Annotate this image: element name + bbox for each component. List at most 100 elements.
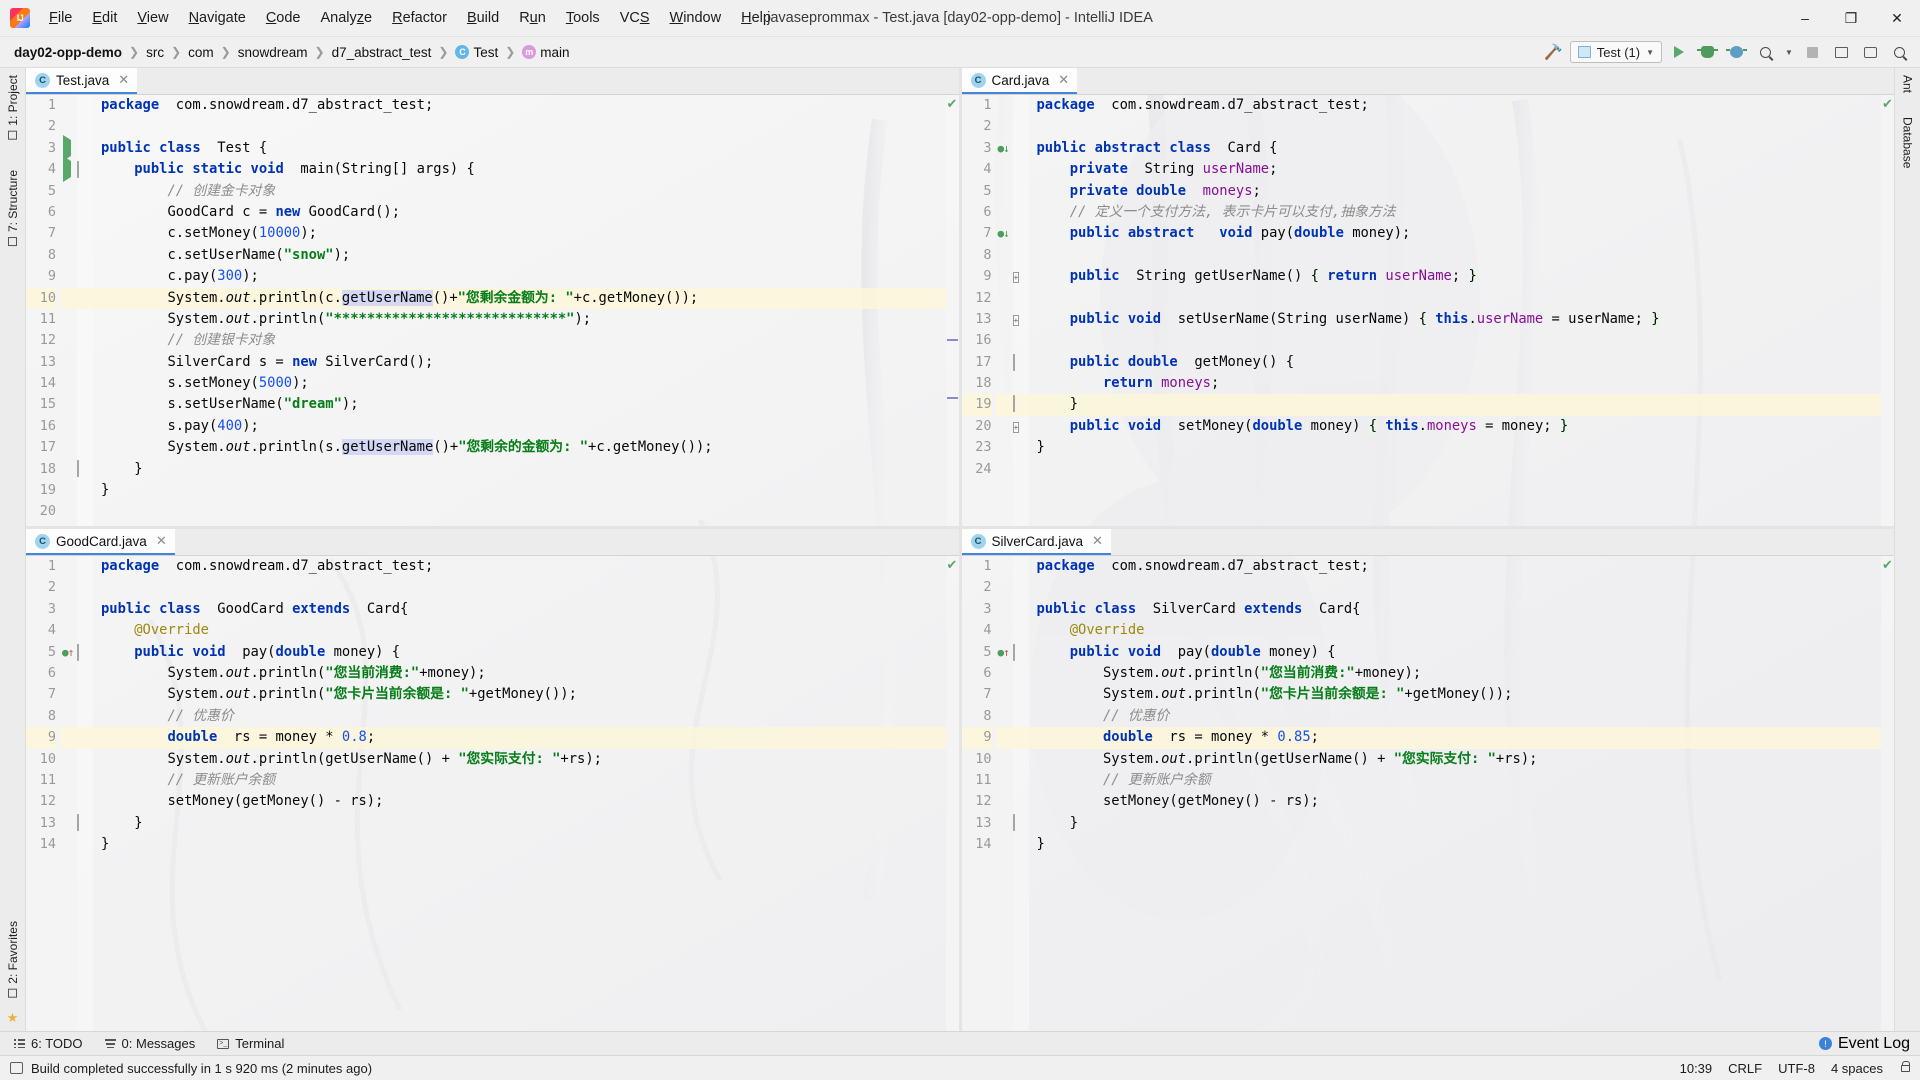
implemented-gutter-icon[interactable]: ●↓ [996, 223, 1013, 244]
tab-card-java[interactable]: C Card.java ✕ [961, 68, 1078, 94]
status-encoding[interactable]: UTF-8 [1778, 1061, 1815, 1076]
implemented-gutter-icon[interactable]: ●↓ [996, 138, 1013, 159]
breadcrumb-item-project[interactable]: day02-opp-demo [11, 44, 125, 61]
gutter-markers[interactable] [60, 95, 77, 526]
fold-end-icon[interactable] [1012, 813, 1029, 834]
breadcrumb-item-src[interactable]: src [143, 44, 167, 61]
run-configuration-selector[interactable]: Test (1) ▼ [1569, 41, 1662, 63]
fold-cell [1013, 577, 1029, 598]
stop-button[interactable] [1800, 40, 1825, 64]
menu-view[interactable]: View [127, 6, 178, 30]
sidebar-item-structure[interactable]: 7: Structure [2, 163, 24, 253]
tab-silvercard-java[interactable]: C SilverCard.java ✕ [961, 529, 1111, 555]
close-icon[interactable]: ✕ [1058, 72, 1069, 88]
star-icon[interactable]: ★ [7, 1005, 19, 1031]
gutter-cell [60, 202, 77, 223]
settings-button[interactable] [1858, 40, 1883, 64]
code-content-card[interactable]: package com.snowdream.d7_abstract_test; p… [1028, 95, 1882, 526]
maximize-button[interactable]: ❐ [1828, 0, 1874, 37]
breadcrumb-item-com[interactable]: com [185, 44, 217, 61]
sidebar-item-ant[interactable]: Ant [1897, 68, 1919, 100]
fold-expand-icon[interactable]: + [1012, 416, 1029, 437]
fold-markers[interactable] [77, 95, 93, 526]
menu-vcs[interactable]: VCS [610, 6, 660, 30]
error-stripe-goodcard[interactable]: ✔ [945, 556, 959, 1031]
fold-expand-icon[interactable]: + [1012, 309, 1029, 330]
menu-navigate[interactable]: Navigate [179, 6, 256, 30]
breadcrumb-item-package[interactable]: d7_abstract_test [329, 44, 435, 61]
breadcrumb-item-class[interactable]: C Test [452, 44, 501, 61]
fold-collapse-icon[interactable] [1012, 352, 1029, 373]
code-content-goodcard[interactable]: package com.snowdream.d7_abstract_test; p… [93, 556, 946, 1031]
close-button[interactable]: ✕ [1874, 0, 1920, 37]
menu-refactor[interactable]: Refactor [382, 6, 457, 30]
overriding-gutter-icon[interactable]: ●↑ [60, 642, 77, 663]
toolwindow-terminal[interactable]: >_ Terminal [217, 1036, 284, 1051]
fold-collapse-icon[interactable] [1012, 642, 1029, 663]
menu-help[interactable]: Help [731, 6, 781, 30]
fold-collapse-icon[interactable] [77, 159, 93, 180]
close-icon[interactable]: ✕ [118, 72, 129, 88]
fold-cell [77, 599, 93, 620]
gutter[interactable]: 1 2 3 4 5 6 7 8 9 10 11 12 13 14 15 16 17 18 19 20 [26, 95, 93, 526]
menu-analyze[interactable]: Analyze [311, 6, 383, 30]
search-everywhere-button[interactable] [1887, 40, 1912, 64]
menu-run[interactable]: Run [509, 6, 556, 30]
close-icon[interactable]: ✕ [1092, 533, 1103, 549]
menu-edit[interactable]: Edit [82, 6, 127, 30]
menu-build[interactable]: Build [457, 6, 509, 30]
fold-collapse-icon[interactable] [77, 642, 93, 663]
sidebar-item-database[interactable]: Database [1897, 110, 1919, 175]
error-stripe-card[interactable]: ✔ [1881, 95, 1894, 526]
gutter-markers[interactable]: ●↓ ●↓ [995, 95, 1013, 526]
fold-markers[interactable]: + + + [1012, 95, 1029, 526]
menu-window[interactable]: Window [660, 6, 732, 30]
gutter-markers[interactable]: ●↑ [60, 556, 77, 1031]
debug-button[interactable] [1695, 40, 1720, 64]
fold-markers[interactable] [77, 556, 93, 1031]
code-line: private double moneys; [1037, 181, 1882, 202]
menu-file[interactable]: File [39, 6, 82, 30]
gutter[interactable]: 1 2 3 4 5 6 7 8 9 10 11 12 13 14 ●↑ [26, 556, 93, 1031]
error-stripe-test[interactable]: ✔ [945, 95, 959, 526]
breadcrumb-item-method[interactable]: m main [519, 44, 572, 61]
sidebar-item-favorites[interactable]: 2: Favorites [2, 914, 24, 1005]
fold-expand-icon[interactable]: + [1012, 266, 1029, 287]
code-token: +getMoney()); [1404, 686, 1513, 703]
fold-markers[interactable] [1012, 556, 1029, 1031]
code-content-test[interactable]: package com.snowdream.d7_abstract_test; p… [93, 95, 946, 526]
gutter-markers[interactable]: ●↑ [995, 556, 1013, 1031]
toolwindow-messages[interactable]: 0: Messages [104, 1036, 195, 1051]
fold-end-icon[interactable] [1012, 394, 1029, 416]
profiler-dropdown[interactable]: ▼ [1782, 40, 1796, 64]
sidebar-item-project[interactable]: 1: Project [2, 68, 24, 147]
gutter[interactable]: 1 2 3 4 5 6 7 8 9 12 13 16 17 18 19 20 23 24 ●↓ ●↓ + + + [961, 95, 1029, 526]
error-stripe-silvercard[interactable]: ✔ [1881, 556, 1894, 1031]
build-project-button[interactable]: 🔨 [1541, 40, 1566, 64]
breadcrumb-item-snowdream[interactable]: snowdream [235, 44, 311, 61]
run-button[interactable] [1666, 40, 1691, 64]
read-write-lock-icon[interactable] [1901, 1060, 1911, 1072]
status-line-separator[interactable]: CRLF [1728, 1061, 1762, 1076]
run-gutter-icon[interactable] [60, 156, 77, 183]
profiler-button[interactable] [1753, 40, 1778, 64]
event-log-label[interactable]: Event Log [1838, 1035, 1910, 1053]
close-icon[interactable]: ✕ [156, 533, 167, 549]
updates-button[interactable] [1829, 40, 1854, 64]
code-content-silvercard[interactable]: package com.snowdream.d7_abstract_test; p… [1028, 556, 1881, 1031]
java-class-icon: C [970, 72, 986, 88]
minimize-button[interactable]: – [1782, 0, 1828, 37]
tab-test-java[interactable]: C Test.java ✕ [26, 68, 138, 94]
fold-end-icon[interactable] [77, 459, 93, 480]
code-token: return [1318, 268, 1378, 285]
tab-goodcard-java[interactable]: C GoodCard.java ✕ [26, 529, 175, 555]
toolwindow-todo[interactable]: 6: TODO [14, 1036, 83, 1051]
line-numbers: 1 2 3 4 5 6 7 8 9 10 11 12 13 14 [26, 556, 60, 1031]
run-with-coverage-button[interactable] [1724, 40, 1749, 64]
fold-end-icon[interactable] [77, 813, 93, 834]
menu-tools[interactable]: Tools [556, 6, 610, 30]
overriding-gutter-icon[interactable]: ●↑ [996, 642, 1013, 663]
menu-code[interactable]: Code [256, 6, 311, 30]
status-indent[interactable]: 4 spaces [1831, 1061, 1883, 1076]
gutter[interactable]: 1 2 3 4 5 6 7 8 9 10 11 12 13 14 ●↑ [961, 556, 1029, 1031]
